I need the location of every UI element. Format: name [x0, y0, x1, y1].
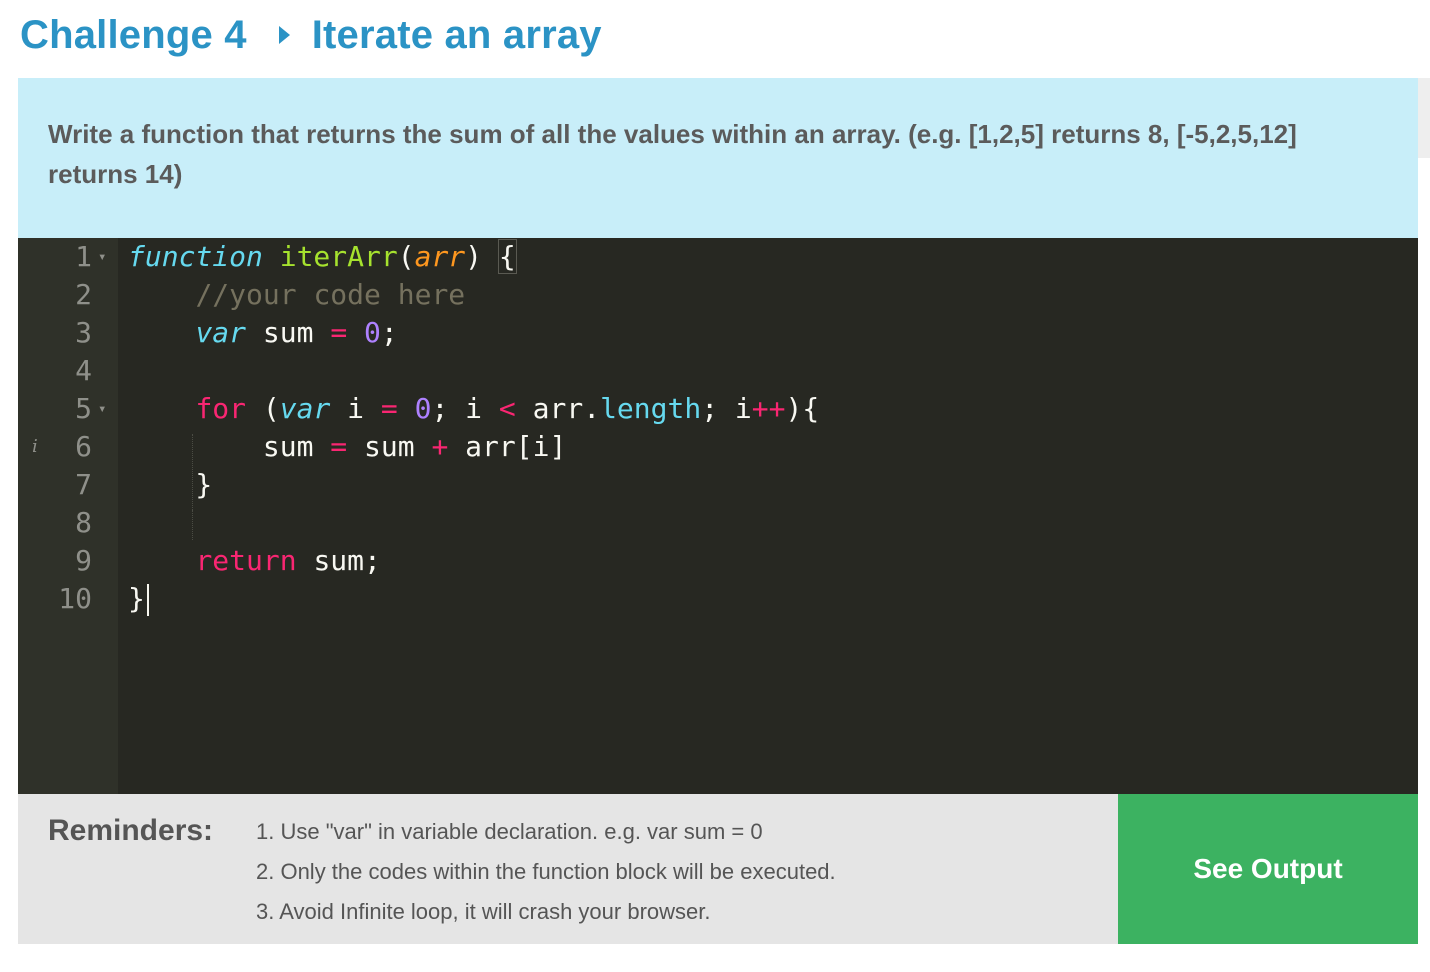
- code-line[interactable]: 3 var sum = 0;: [18, 314, 1418, 352]
- code-text: }: [128, 580, 149, 618]
- reminders-title: Reminders:: [48, 814, 214, 847]
- line-number: 4: [75, 354, 92, 387]
- code-text: var sum = 0;: [195, 316, 398, 349]
- line-number: 8: [75, 506, 92, 539]
- code-text: for (var i = 0; i < arr.length; i++){: [195, 392, 820, 425]
- reminders-panel: Reminders: 1. Use "var" in variable decl…: [18, 794, 1118, 944]
- line-number: 3: [75, 316, 92, 349]
- challenge-panel: Write a function that returns the sum of…: [18, 78, 1418, 944]
- challenge-number: Challenge 4: [20, 12, 247, 57]
- code-line[interactable]: 8: [18, 504, 1418, 542]
- code-line[interactable]: 10 }: [18, 580, 1418, 618]
- challenge-header: Challenge 4 Iterate an array: [20, 10, 602, 60]
- code-line[interactable]: 9 return sum;: [18, 542, 1418, 580]
- scrollbar[interactable]: [1418, 78, 1430, 158]
- code-line[interactable]: 4: [18, 352, 1418, 390]
- code-text: sum = sum + arr[i]: [128, 430, 567, 463]
- line-number: 2: [75, 278, 92, 311]
- reminders-list: 1. Use "var" in variable declaration. e.…: [256, 812, 836, 932]
- code-line[interactable]: 5 ▾ for (var i = 0; i < arr.length; i++)…: [18, 390, 1418, 428]
- line-number: 5: [75, 392, 92, 425]
- code-text: function iterArr(arr) {: [128, 239, 517, 274]
- fold-arrow-icon[interactable]: ▾: [98, 390, 106, 428]
- reminder-item: 1. Use "var" in variable declaration. e.…: [256, 819, 763, 844]
- code-text: //your code here: [195, 278, 466, 311]
- caret-right-icon: [278, 26, 290, 44]
- code-line[interactable]: 2 //your code here: [18, 276, 1418, 314]
- line-number: 7: [75, 468, 92, 501]
- fold-arrow-icon[interactable]: ▾: [98, 238, 106, 276]
- reminder-item: 2. Only the codes within the function bl…: [256, 859, 836, 884]
- code-text: }: [128, 468, 213, 501]
- text-cursor: [146, 584, 149, 616]
- line-number: 6: [75, 430, 92, 463]
- code-text: return sum;: [195, 544, 381, 577]
- line-number: 10: [58, 582, 92, 615]
- reminder-item: 3. Avoid Infinite loop, it will crash yo…: [256, 899, 711, 924]
- line-number: 1: [75, 240, 92, 273]
- challenge-title: Iterate an array: [311, 12, 602, 57]
- code-editor[interactable]: 1 ▾ function iterArr(arr) { 2 //your cod…: [18, 238, 1418, 794]
- code-line[interactable]: 7 }: [18, 466, 1418, 504]
- line-number: 9: [75, 544, 92, 577]
- see-output-button[interactable]: See Output: [1118, 794, 1418, 944]
- code-line[interactable]: 1 ▾ function iterArr(arr) {: [18, 238, 1418, 276]
- code-line[interactable]: i 6 sum = sum + arr[i]: [18, 428, 1418, 466]
- challenge-description: Write a function that returns the sum of…: [18, 78, 1418, 238]
